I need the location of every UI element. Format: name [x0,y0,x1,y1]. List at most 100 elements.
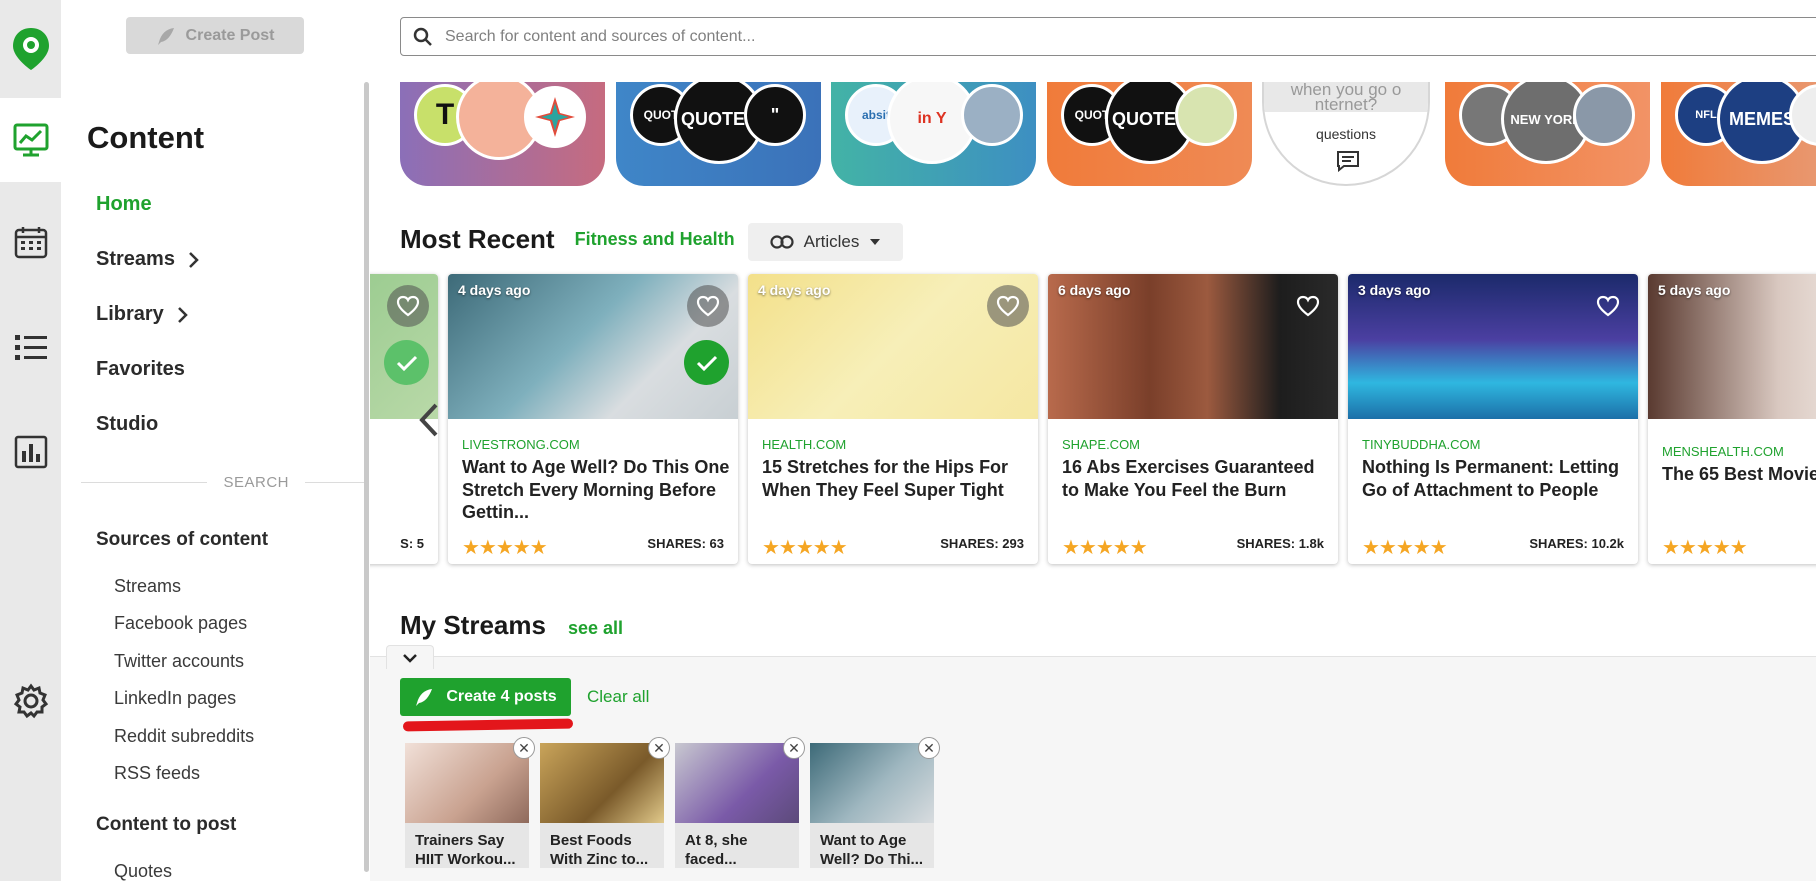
article-title[interactable]: 16 Abs Exercises Guaranteed to Make You … [1062,456,1330,501]
rail-list-button[interactable] [0,317,61,377]
source-facebook-pages-link[interactable]: Facebook pages [114,613,247,634]
favorite-button[interactable] [687,285,729,327]
article-title[interactable]: The 65 Best Movie Scenes of All Time [1662,463,1816,486]
stream-card[interactable]: QUOT QUOTES " [616,82,821,186]
article-source[interactable]: MENSHEALTH.COM [1662,444,1784,459]
favorite-button[interactable] [1287,285,1329,327]
article-card[interactable]: 4 days ago HEALTH.COM 15 Stretches for t… [748,274,1038,564]
thumb-image [810,743,934,823]
source-avatar [961,84,1023,146]
stream-card[interactable]: T [400,82,605,186]
create-post-label: Create Post [185,26,275,44]
shares-count: S: 5 [400,536,424,551]
article-source[interactable]: HEALTH.COM [762,437,846,452]
rail-content-button[interactable] [0,98,61,182]
source-reddit-subreddits-link[interactable]: Reddit subreddits [114,726,254,747]
nav-streams[interactable]: Streams [96,248,199,271]
sidebar-scrollbar[interactable] [364,82,369,872]
rail-settings-button[interactable] [0,671,61,731]
favorite-button[interactable] [387,285,429,327]
stream-card[interactable]: NFL MEMES [1661,82,1816,186]
annotation-underline [402,718,574,732]
stream-card[interactable]: QUOT QUOTES [1047,82,1252,186]
heart-icon [1296,295,1320,317]
article-carousel: S: 5 4 days ago LIVESTRONG.COM Want to A… [370,274,1816,566]
caret-down-icon [870,239,881,245]
nav-studio[interactable]: Studio [96,413,158,436]
topic-link[interactable]: Fitness and Health [575,229,735,250]
divider-line [305,482,369,483]
article-title[interactable]: Nothing Is Permanent: Letting Go of Atta… [1362,456,1630,501]
tray-collapse-button[interactable] [386,645,434,669]
selected-post-thumb[interactable]: Trainers Say HIIT Workou... ✕ [405,737,535,868]
see-all-link[interactable]: see all [568,618,623,639]
feather-icon [157,27,174,45]
selected-check-button[interactable] [384,340,429,385]
favorite-button[interactable] [1587,285,1629,327]
remove-button[interactable]: ✕ [783,737,805,759]
article-title[interactable]: 15 Stretches for the Hips For When They … [762,456,1030,501]
bar-chart-icon [14,435,47,469]
questions-teaser: when you go o nternet? [1264,82,1428,112]
article-card[interactable]: 4 days ago LIVESTRONG.COM Want to Age We… [448,274,738,564]
feather-icon [416,689,433,706]
nav-library[interactable]: Library [96,303,188,326]
favorite-button[interactable] [987,285,1029,327]
rail-analytics-button[interactable] [0,422,61,482]
stream-card[interactable]: NEW YORK [1445,82,1650,186]
article-age: 5 days ago [1658,282,1731,298]
article-age: 4 days ago [758,282,831,298]
article-source[interactable]: TINYBUDDHA.COM [1362,437,1480,452]
thumb-caption: At 8, she faced... [685,832,748,868]
rating-stars: ★★★★★ [462,537,548,559]
remove-button[interactable]: ✕ [513,737,535,759]
list-icon [14,335,47,360]
article-title[interactable]: Want to Age Well? Do This One Stretch Ev… [462,456,730,524]
clear-all-link[interactable]: Clear all [587,687,649,707]
thumb-image [405,743,529,823]
app-logo[interactable] [0,0,61,98]
article-card[interactable]: 3 days ago TINYBUDDHA.COM Nothing Is Per… [1348,274,1638,564]
selected-post-thumb[interactable]: At 8, she faced... ✕ [675,737,805,868]
selected-check-button[interactable] [684,340,729,385]
create-post-button[interactable]: Create Post [126,17,304,54]
streams-strip: T QUOT QUOTES " absit in Y QUOT QUOTES w… [400,82,1816,188]
thumb-image [675,743,799,823]
source-rss-feeds-link[interactable]: RSS feeds [114,763,200,784]
rating-stars: ★★★★★ [1062,537,1148,559]
content-quotes-link[interactable]: Quotes [114,861,172,881]
article-card[interactable]: 5 days ago MENSHEALTH.COM The 65 Best Mo… [1648,274,1816,564]
articles-filter-label: Articles [803,232,860,251]
nav-library-label: Library [96,303,164,325]
nav-streams-label: Streams [96,248,175,270]
icon-rail [0,0,61,881]
thumb-image [540,743,664,823]
nav-home[interactable]: Home [96,193,152,216]
comment-icon [1337,151,1359,172]
source-linkedin-pages-link[interactable]: LinkedIn pages [114,688,236,709]
remove-button[interactable]: ✕ [648,737,670,759]
source-streams-link[interactable]: Streams [114,576,181,597]
rating-stars: ★★★★★ [1662,537,1748,559]
rail-calendar-button[interactable] [0,212,61,272]
carousel-prev-button[interactable] [414,400,444,440]
questions-stream-card[interactable]: when you go o nternet? questions [1262,82,1430,186]
article-card[interactable]: 6 days ago SHAPE.COM 16 Abs Exercises Gu… [1048,274,1338,564]
stream-card[interactable]: absit in Y [831,82,1036,186]
source-twitter-accounts-link[interactable]: Twitter accounts [114,651,244,672]
chevron-right-icon [177,306,188,323]
search-bar[interactable] [400,17,1816,56]
most-recent-title: Most Recent [400,224,555,254]
most-recent-header: Most Recent Fitness and Health [400,224,735,255]
remove-button[interactable]: ✕ [918,737,940,759]
selected-post-thumb[interactable]: Best Foods With Zinc to... ✕ [540,737,670,868]
search-input[interactable] [445,27,1745,46]
nav-favorites[interactable]: Favorites [96,358,185,381]
sidebar-title: Content [87,120,205,155]
article-source[interactable]: SHAPE.COM [1062,437,1140,452]
article-source[interactable]: LIVESTRONG.COM [462,437,580,452]
create-posts-button[interactable]: Create 4 posts [400,678,571,716]
selected-post-thumb[interactable]: Want to Age Well? Do Thi... ✕ [810,737,940,868]
articles-filter-dropdown[interactable]: Articles [748,223,903,261]
check-icon [396,355,417,371]
